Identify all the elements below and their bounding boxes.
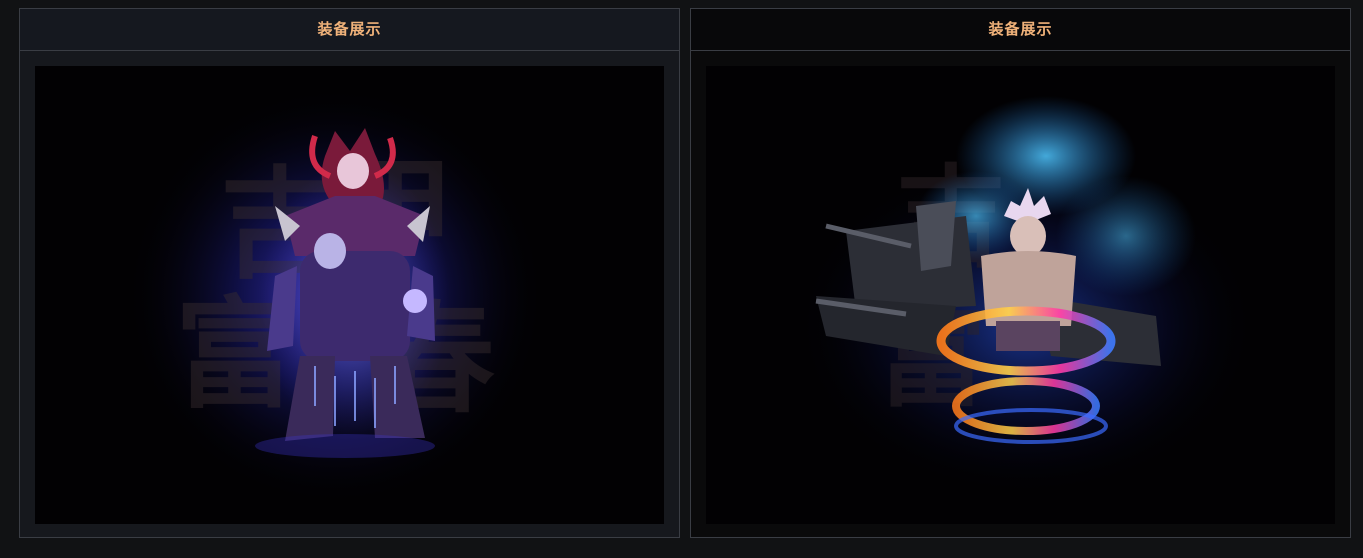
winged-warrior-character-illustration: 吉 富 [796,96,1256,496]
demon-armor-character-illustration: 吉 甲 富 春 [125,86,545,506]
equipment-panel-right: 装备展示 富 [690,8,1351,538]
equipment-panel-left: 装备展示 吉 甲 富 春 [19,8,680,538]
equipment-showcase-image: 吉 甲 富 春 [35,66,664,524]
panel-title: 装备展示 [691,9,1350,51]
equipment-showcase-image: 吉 富 [706,66,1335,524]
panel-title: 装备展示 [20,9,679,51]
